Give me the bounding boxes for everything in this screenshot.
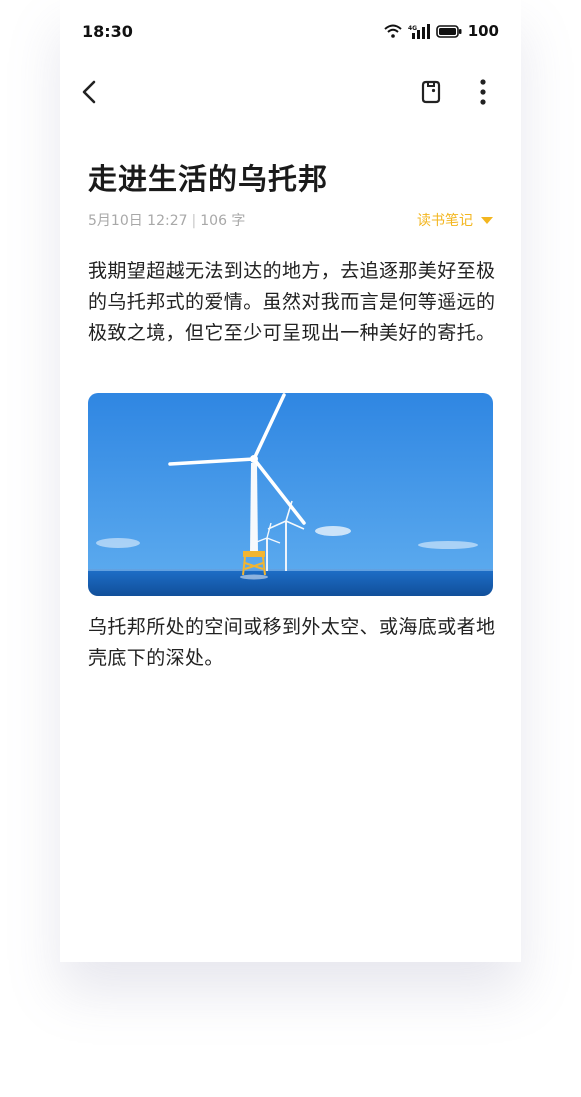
caret-down-icon [481, 216, 493, 224]
cellular-signal-icon: 4G [408, 23, 430, 39]
status-time: 18:30 [82, 21, 133, 41]
battery-icon [435, 24, 462, 38]
wifi-icon [384, 24, 402, 38]
word-count: 106 字 [200, 213, 246, 229]
note-info: 5月10日 12:27 | 106 字 [88, 210, 245, 230]
note-date: 5月10日 12:27 [88, 213, 188, 229]
back-button[interactable] [78, 76, 102, 108]
network-type-label: 4G [408, 25, 417, 32]
category-label: 读书笔记 [417, 213, 473, 229]
more-vertical-icon [480, 79, 486, 105]
more-options-button[interactable] [471, 78, 495, 106]
note-tag-icon [421, 80, 441, 104]
status-bar: 18:30 4G 100 [82, 20, 499, 42]
note-title[interactable]: 走进生活的乌托邦 [88, 156, 328, 198]
note-paragraph[interactable]: 我期望超越无法到达的地方，去追逐那美好至极的乌托邦式的爱情。虽然对我而言是何等遥… [88, 256, 498, 349]
battery-level: 100 [467, 22, 499, 40]
top-toolbar [60, 72, 521, 112]
note-tag-button[interactable] [417, 78, 445, 106]
note-paragraph[interactable]: 乌托邦所处的空间或移到外太空、或海底或者地壳底下的深处。 [88, 612, 498, 674]
chevron-left-icon [82, 80, 96, 104]
phone-screen: 18:30 4G 100 走进生活的乌托邦 5月10日 12:27 | 106 … [60, 0, 521, 962]
meta-divider: | [191, 213, 197, 229]
wind-turbine-photo [88, 393, 493, 596]
system-icons: 4G 100 [384, 22, 499, 40]
wind-turbine-image[interactable] [88, 393, 493, 596]
category-selector[interactable]: 读书笔记 [417, 210, 493, 230]
note-meta: 5月10日 12:27 | 106 字 读书笔记 [88, 210, 493, 230]
